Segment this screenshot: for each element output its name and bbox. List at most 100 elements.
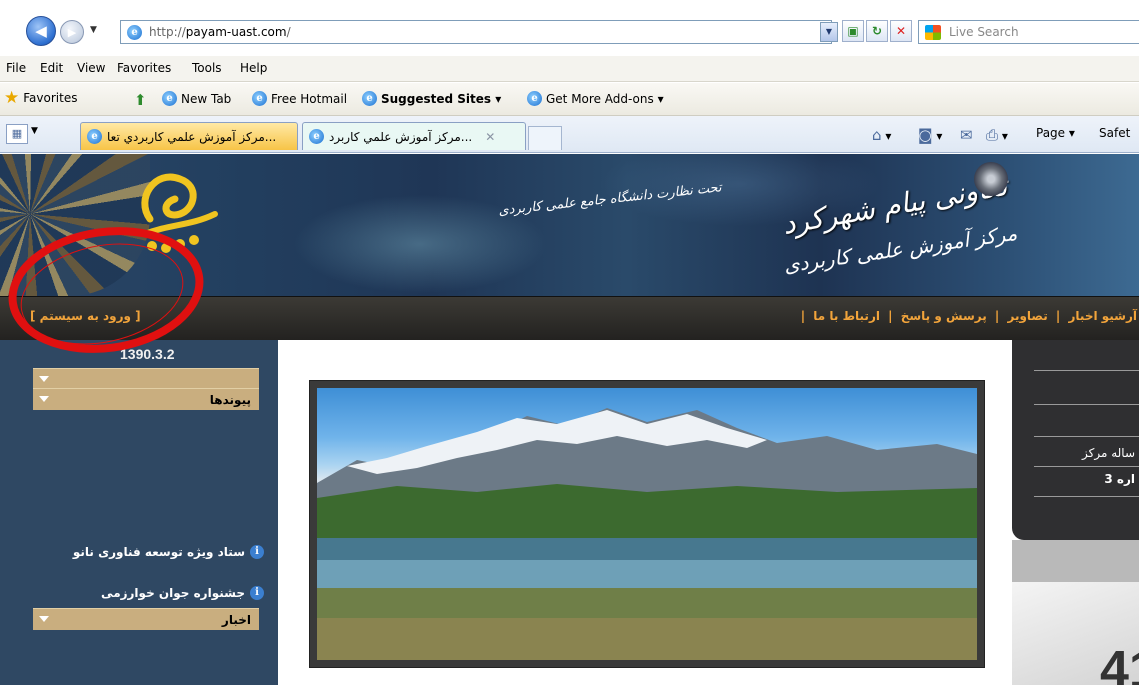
new-tab-button[interactable] <box>528 126 562 150</box>
fav-label: Suggested Sites ▾ <box>381 91 502 106</box>
fav-label: Get More Add-ons ▾ <box>546 91 664 106</box>
fav-label: New Tab <box>181 91 232 106</box>
favorites-label: Favorites <box>23 91 78 105</box>
tab-title: مركز آموزش علمي كاربردي تعا... <box>107 129 277 144</box>
right-panel-item-1[interactable]: ساله مرکز <box>1082 446 1135 460</box>
refresh-icon[interactable]: ↻ <box>866 20 888 42</box>
printer-icon: ⎙ <box>986 126 999 144</box>
safety-menu[interactable]: Safet <box>1099 126 1130 140</box>
fav-get-addons[interactable]: e Get More Add-ons ▾ <box>527 91 664 106</box>
url-dropdown-button[interactable]: ▼ <box>820 22 838 42</box>
link-nano-tech[interactable]: i ستاد ویژه توسعه فناوری نانو <box>73 545 264 559</box>
arrow-left-icon: ◀ <box>35 22 47 40</box>
home-button[interactable]: ⌂ ▾ <box>872 126 891 144</box>
fav-suggested-sites[interactable]: e Suggested Sites ▾ <box>362 91 501 106</box>
right-grey-block <box>1012 540 1139 582</box>
nav-separator: | <box>800 309 810 323</box>
slideshow-frame <box>309 380 985 668</box>
menu-edit[interactable]: Edit <box>40 61 63 75</box>
live-search-icon <box>925 25 941 40</box>
address-bar: ◀ ▶ ▼ e http://payam-uast.com/ ▼ ▣ ↻ ✕ L… <box>0 0 1139 56</box>
menu-favorites[interactable]: Favorites <box>117 61 171 75</box>
info-icon: i <box>250 545 264 559</box>
fav-free-hotmail[interactable]: e Free Hotmail <box>252 91 347 106</box>
nav-separator: | <box>883 309 897 323</box>
arrow-right-icon: ▶ <box>67 25 77 39</box>
date-bar[interactable] <box>33 368 259 388</box>
ie-page-icon: e <box>527 91 542 106</box>
nav-links: آرشیو اخبار | تصاویر | پرسش و پاسخ | ارت… <box>799 309 1139 323</box>
feeds-button[interactable]: ◙ ▾ <box>918 126 942 144</box>
nav-news-archive[interactable]: آرشیو اخبار <box>1069 309 1138 323</box>
nav-contact[interactable]: ارتباط با ما <box>813 309 880 323</box>
ie-page-icon: e <box>127 25 142 40</box>
ie-page-icon: e <box>362 91 377 106</box>
caret-down-icon <box>39 396 49 402</box>
fav-new-tab[interactable]: e New Tab <box>162 91 231 106</box>
site-logo-icon <box>141 173 218 253</box>
news-header[interactable]: اخبار <box>33 608 259 630</box>
banner-subtitle: تحت نظارت دانشگاه جامع علمی کاربردی <box>497 180 723 219</box>
nav-images[interactable]: تصاویر <box>1007 309 1047 323</box>
decorative-orb <box>974 162 1008 196</box>
star-icon: ★ <box>4 88 20 108</box>
tab-site-1[interactable]: e مركز آموزش علمي كاربردي تعا... <box>80 122 298 150</box>
add-to-favorites-button[interactable]: ⬆ <box>134 91 147 109</box>
menu-view[interactable]: View <box>77 61 105 75</box>
link-kharazmi[interactable]: i جشنواره جوان خوارزمی <box>101 586 264 600</box>
close-tab-icon[interactable]: ✕ <box>485 130 495 144</box>
login-link[interactable]: [ ورود به سیستم ] <box>30 309 141 323</box>
nav-separator: | <box>1051 309 1065 323</box>
stop-icon[interactable]: ✕ <box>890 20 912 42</box>
link-label: جشنواره جوان خوارزمی <box>101 586 245 600</box>
ie-page-icon: e <box>87 129 102 144</box>
links-heading: پیوندها <box>209 393 251 407</box>
big-number: 41 <box>1100 641 1139 685</box>
left-sidebar: 1390.3.2 پیوندها i ستاد ویژه توسعه فناور… <box>0 340 278 685</box>
compatibility-view-icon[interactable]: ▣ <box>842 20 864 42</box>
nav-faq[interactable]: پرسش و پاسخ <box>901 309 987 323</box>
tab-list-dropdown[interactable]: ▼ <box>31 126 38 136</box>
ie-page-icon: e <box>309 129 324 144</box>
url-text: http://payam-uast.com/ <box>149 25 291 39</box>
right-info-panel: ساله مرکز اره 3 <box>1012 340 1139 540</box>
menu-bar: File Edit View Favorites Tools Help <box>0 56 1139 82</box>
right-panel-item-2[interactable]: اره 3 <box>1104 472 1135 486</box>
web-page: تحت نظارت دانشگاه جامع علمی کاربردی تعاو… <box>0 154 1139 685</box>
recent-pages-dropdown[interactable]: ▼ <box>90 25 97 35</box>
menu-tools[interactable]: Tools <box>192 61 222 75</box>
caret-down-icon <box>39 616 49 622</box>
links-header[interactable]: پیوندها <box>33 388 259 410</box>
fav-label: Free Hotmail <box>271 91 348 106</box>
divider <box>1034 404 1139 405</box>
ie-page-icon: e <box>252 91 267 106</box>
add-favorite-icon: ⬆ <box>134 91 147 109</box>
site-nav-bar: [ ورود به سیستم ] آرشیو اخبار | تصاویر |… <box>0 296 1139 340</box>
divider <box>1034 496 1139 497</box>
page-menu[interactable]: Page ▾ <box>1036 126 1075 140</box>
menu-help[interactable]: Help <box>240 61 267 75</box>
menu-file[interactable]: File <box>6 61 26 75</box>
quick-tabs-button[interactable]: ▦ <box>6 124 28 144</box>
news-heading: اخبار <box>221 613 251 627</box>
print-button[interactable]: ⎙ ▾ <box>986 126 1008 144</box>
link-label: ستاد ویژه توسعه فناوری نانو <box>72 545 245 559</box>
islamic-pattern-decoration <box>0 154 150 296</box>
forward-button[interactable]: ▶ <box>60 20 84 44</box>
info-icon: i <box>250 586 264 600</box>
url-input[interactable]: e http://payam-uast.com/ <box>120 20 832 44</box>
favorites-button[interactable]: ★ Favorites <box>4 88 78 108</box>
search-placeholder: Live Search <box>949 25 1019 39</box>
mail-button[interactable]: ✉ <box>960 126 973 144</box>
site-banner: تحت نظارت دانشگاه جامع علمی کاربردی تعاو… <box>0 154 1139 296</box>
tab-title: مركز آموزش علمي كاربرد... <box>329 129 473 144</box>
rss-icon: ◙ <box>918 126 933 144</box>
divider <box>1034 466 1139 467</box>
back-button[interactable]: ◀ <box>26 16 56 46</box>
divider <box>1034 370 1139 371</box>
search-input[interactable]: Live Search <box>918 20 1139 44</box>
tab-site-2[interactable]: e مركز آموزش علمي كاربرد... ✕ <box>302 122 526 150</box>
tab-bar: ▦ ▼ e مركز آموزش علمي كاربردي تعا... e م… <box>0 116 1139 153</box>
nav-separator: | <box>990 309 1004 323</box>
date-text: 1390.3.2 <box>120 346 175 362</box>
